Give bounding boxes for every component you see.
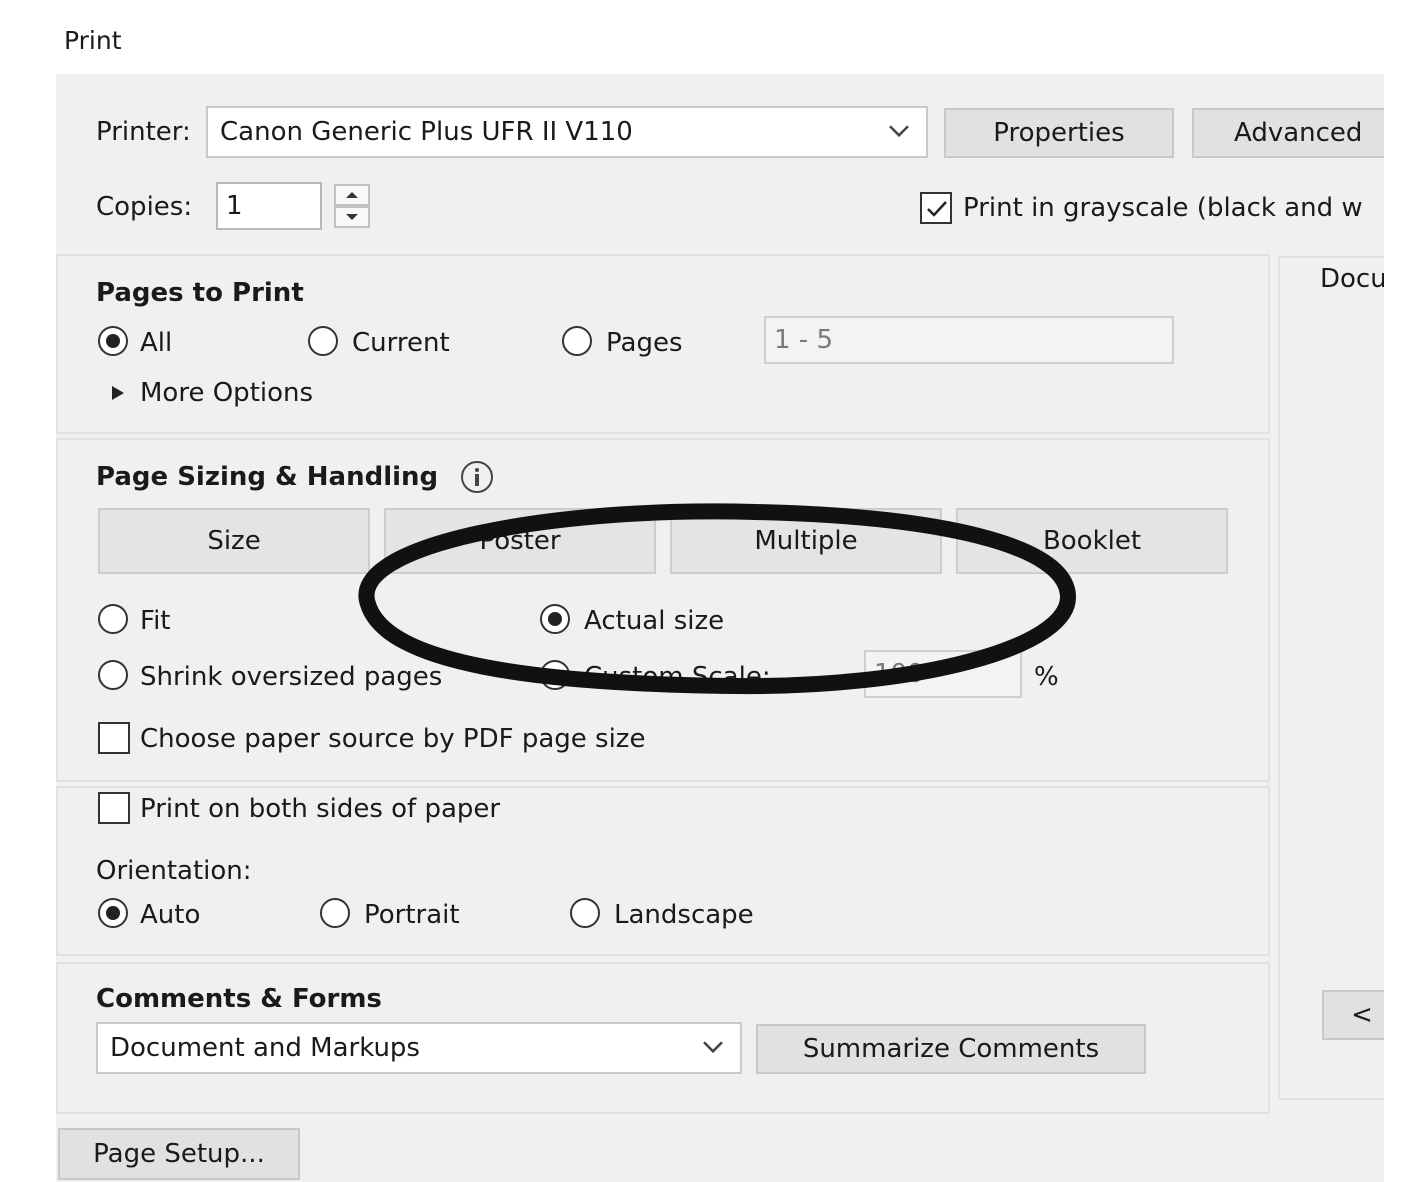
annotation-ellipse — [358, 503, 1077, 695]
print-dialog: Printer: Canon Generic Plus UFR II V110 … — [56, 74, 1384, 1182]
window-title: Print — [64, 26, 122, 55]
